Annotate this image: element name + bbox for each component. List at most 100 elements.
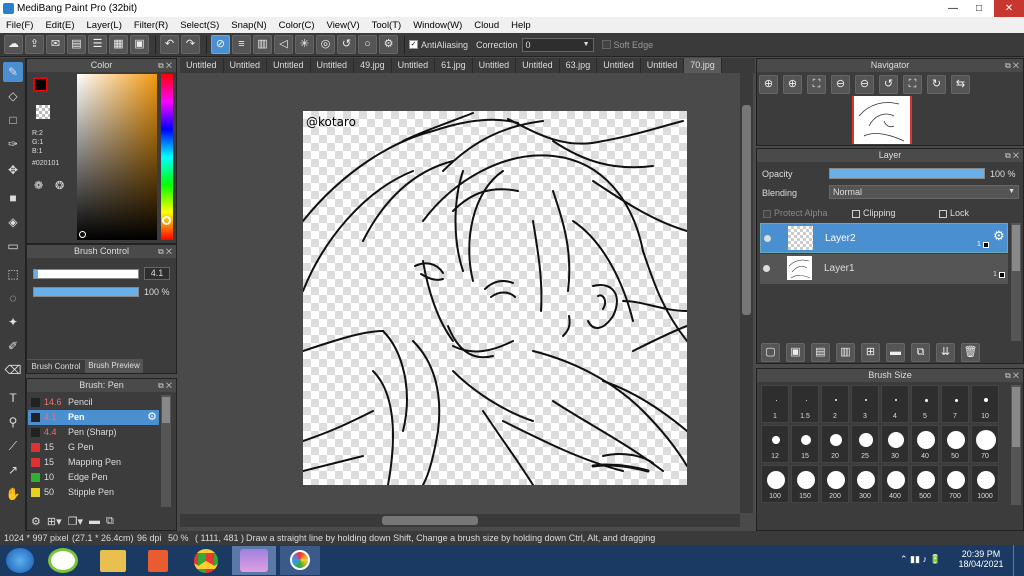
move-tool-icon[interactable]: ✥ [3, 160, 23, 180]
brush-size-option[interactable]: 4 [881, 385, 909, 423]
flip-icon[interactable]: ⇆ [951, 75, 970, 94]
tab-document-active[interactable]: 70.jpg [684, 58, 722, 73]
brush-size-option[interactable]: 10 [971, 385, 999, 423]
brush-size-option[interactable]: 150 [791, 465, 819, 503]
brush-size-option[interactable]: 500 [911, 465, 939, 503]
snap-settings-icon[interactable]: ⚙ [379, 35, 398, 54]
gear-icon[interactable]: ⚙ [993, 228, 1005, 244]
layer-row-layer1[interactable]: Layer1 1 [760, 254, 1008, 284]
brush-size-option[interactable]: 5 [911, 385, 939, 423]
brush-settings-icon[interactable]: ⚙ [31, 515, 41, 528]
list-item[interactable]: 50 Stipple Pen [28, 485, 159, 500]
brush-size-option[interactable]: 1000 [971, 465, 999, 503]
minimize-button[interactable]: — [940, 0, 966, 17]
brush-size-option[interactable]: 50 [941, 425, 969, 463]
text-tool-icon[interactable]: T [3, 388, 23, 408]
fit-screen-icon[interactable]: ⛶ [807, 75, 826, 94]
transparent-color-swatch[interactable] [36, 105, 50, 119]
eraser-tool-icon[interactable]: ◇ [3, 86, 23, 106]
soft-edge-checkbox[interactable] [601, 40, 611, 49]
layer-row-layer2[interactable]: Layer2 1 ⚙ [760, 223, 1008, 253]
tab-document[interactable]: Untitled [267, 58, 311, 73]
select-pen-tool-icon[interactable]: ✐ [3, 336, 23, 356]
brush-size-option[interactable]: 200 [821, 465, 849, 503]
add-layer-menu-icon[interactable]: ⊞ [861, 343, 880, 362]
brush-size-option[interactable]: 1.5 [791, 385, 819, 423]
trash-icon[interactable]: 🗑 [961, 343, 980, 362]
file-explorer-icon[interactable] [100, 550, 126, 572]
divide-tool-icon[interactable]: ⚲ [3, 412, 23, 432]
blending-select[interactable]: Normal ▼ [829, 185, 1019, 199]
menu-file[interactable]: File(F) [0, 20, 39, 31]
new-layer-icon[interactable]: ▢ [761, 343, 780, 362]
tab-document[interactable]: 49.jpg [354, 58, 392, 73]
fill-rect-tool-icon[interactable]: ■ [3, 188, 23, 208]
brush-size-option[interactable]: 7 [941, 385, 969, 423]
popout-icon[interactable]: ⧉ ✕ [1005, 149, 1019, 162]
brush-opacity-slider[interactable] [33, 287, 139, 297]
zoom-in-icon[interactable]: ⊕ [759, 75, 778, 94]
protect-alpha-checkbox[interactable] [763, 209, 771, 218]
saturation-value-picker[interactable] [77, 74, 157, 240]
visibility-eye-icon[interactable] [764, 235, 771, 242]
redo-icon[interactable]: ↷ [181, 35, 200, 54]
tab-brush-preview[interactable]: Brush Preview [85, 359, 143, 373]
folder-icon[interactable]: ▬ [89, 515, 100, 528]
shape-tool-icon[interactable]: □ [3, 110, 23, 130]
tab-document[interactable]: Untitled [392, 58, 436, 73]
list-item[interactable]: 4.1 Pen ⚙ [28, 410, 159, 425]
brush-size-option[interactable]: 100 [761, 465, 789, 503]
new-halftone-layer-icon[interactable]: ▣ [786, 343, 805, 362]
snap-off-icon[interactable]: ⊘ [211, 35, 230, 54]
gradient-tool-icon[interactable]: ▭ [3, 236, 23, 256]
menu-snap[interactable]: Snap(N) [225, 20, 272, 31]
popout-icon[interactable]: ⧉ ✕ [158, 379, 172, 392]
drawing-canvas[interactable]: @kotaro [303, 111, 687, 485]
tab-document[interactable]: Untitled [597, 58, 641, 73]
copy-brush-icon[interactable]: ❐▾ [68, 515, 83, 528]
rotate-left-icon[interactable]: ↺ [879, 75, 898, 94]
tab-document[interactable]: Untitled [311, 58, 355, 73]
duplicate-layer-icon[interactable]: ⧉ [911, 343, 930, 362]
tab-document[interactable]: Untitled [473, 58, 517, 73]
palette-icon[interactable]: ❁ [34, 179, 43, 192]
tab-document[interactable]: 61.jpg [435, 58, 473, 73]
layer-opacity-slider[interactable] [829, 168, 985, 179]
cross-snap-icon[interactable]: ▥ [253, 35, 272, 54]
brush-list-scrollbar[interactable] [161, 395, 171, 507]
curve-snap-icon[interactable]: ↺ [337, 35, 356, 54]
page-icon[interactable]: ▣ [130, 35, 149, 54]
vertical-scrollbar[interactable] [740, 73, 753, 513]
medibang-paint-taskbar-icon[interactable] [280, 546, 320, 575]
brush-size-value[interactable]: 4.1 [144, 267, 170, 280]
popout-icon[interactable]: ⧉ ✕ [1005, 369, 1019, 382]
menu-view[interactable]: View(V) [321, 20, 366, 31]
brush-size-option[interactable]: 25 [851, 425, 879, 463]
primary-color-swatch[interactable] [33, 77, 48, 92]
antialiasing-checkbox[interactable]: ✓ [409, 40, 418, 49]
start-button[interactable] [6, 548, 34, 573]
comment-icon[interactable]: ✉ [46, 35, 65, 54]
cloud-icon[interactable]: ☁ [4, 35, 23, 54]
merge-layer-icon[interactable]: ⇊ [936, 343, 955, 362]
tray-icons[interactable]: ⌃ ▮▮ ♪ 🔋 [900, 554, 941, 565]
menu-edit[interactable]: Edit(E) [39, 20, 80, 31]
duplicate-icon[interactable]: ⧉ [106, 515, 114, 528]
list-item[interactable]: 4.4 Pen (Sharp) [28, 425, 159, 440]
tab-document[interactable]: Untitled [516, 58, 560, 73]
parallel-snap-icon[interactable]: ≡ [232, 35, 251, 54]
tab-document[interactable]: Untitled [180, 58, 224, 73]
folder-icon[interactable]: ▬ [886, 343, 905, 362]
popout-icon[interactable]: ⧉ ✕ [1005, 59, 1019, 72]
close-button[interactable]: ✕ [994, 0, 1024, 17]
list-item[interactable]: 15 G Pen [28, 440, 159, 455]
brush-size-scrollbar[interactable] [1011, 385, 1021, 505]
show-desktop-button[interactable] [1013, 545, 1024, 576]
brush-size-option[interactable]: 300 [851, 465, 879, 503]
clipping-checkbox[interactable] [852, 209, 860, 218]
bucket-tool-icon[interactable]: ◈ [3, 212, 23, 232]
eyedropper-tool-icon[interactable]: ⟋ [3, 436, 23, 456]
undo-icon[interactable]: ↶ [160, 35, 179, 54]
circle-snap-icon[interactable]: ◎ [316, 35, 335, 54]
actual-size-icon[interactable]: ⊖ [855, 75, 874, 94]
